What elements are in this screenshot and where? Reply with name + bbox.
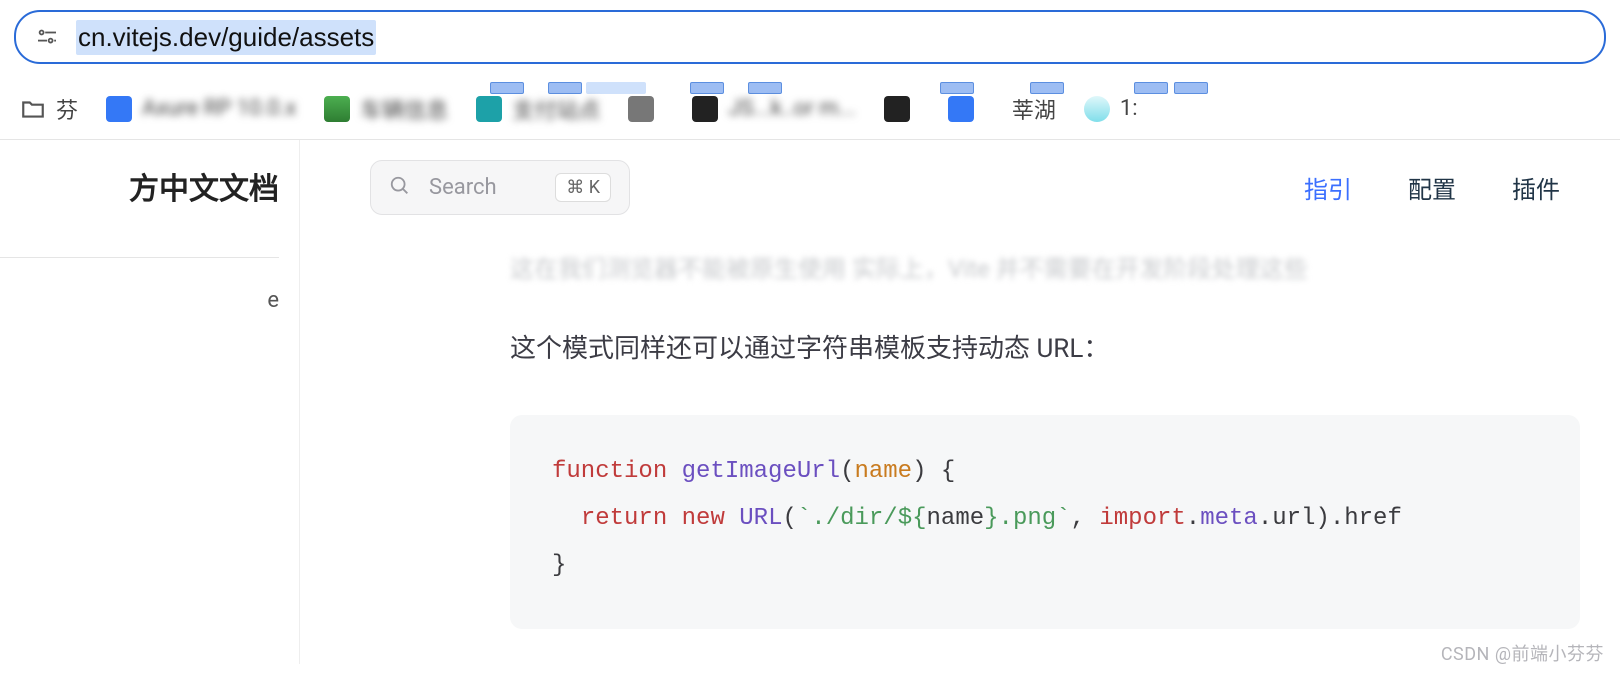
content: 这在我们测览器不能被原生使用 实际上，Vite 并不需要在开发阶段处理这些 这个… <box>370 235 1620 629</box>
code-token: name <box>927 505 985 532</box>
code-token: return <box>581 505 667 532</box>
code-token: ${ <box>898 505 927 532</box>
url-text[interactable]: cn.vitejs.dev/guide/assets <box>76 20 376 55</box>
nav-guide[interactable]: 指引 <box>1304 170 1352 205</box>
bookmark-item[interactable]: 车辆信息 <box>324 93 448 125</box>
code-token: meta <box>1200 505 1258 532</box>
favicon <box>324 96 350 122</box>
search-button[interactable]: Search ⌘ K <box>370 160 630 215</box>
site-settings-icon[interactable] <box>36 28 58 46</box>
bookmark-item[interactable]: JS...k..or m... <box>692 96 856 122</box>
code-token: new <box>682 505 725 532</box>
sidebar: 方中文文档 e <box>0 140 300 664</box>
search-shortcut: ⌘ K <box>555 173 611 202</box>
search-icon <box>389 175 411 201</box>
bookmark-item[interactable]: Axure RP 10.0.x <box>106 96 296 122</box>
code-token: name <box>854 458 912 485</box>
bookmark-label: JS...k..or m... <box>728 96 856 121</box>
search-placeholder: Search <box>429 175 537 200</box>
bookmarks-bar: 芬 Axure RP 10.0.x 车辆信息 支付站点 JS...k..or m… <box>0 78 1620 140</box>
code-token: import <box>1099 505 1185 532</box>
bookmark-item[interactable] <box>884 96 920 122</box>
code-token: url <box>1272 505 1315 532</box>
nav-config[interactable]: 配置 <box>1408 170 1456 205</box>
faded-previous-text: 这在我们测览器不能被原生使用 实际上，Vite 并不需要在开发阶段处理这些 <box>510 249 1580 284</box>
bookmark-folder[interactable]: 芬 <box>20 93 78 125</box>
bookmark-item[interactable] <box>628 96 664 122</box>
bookmark-label: 莘湖 <box>1012 93 1056 125</box>
code-token: `./dir/ <box>797 505 898 532</box>
code-token: URL <box>739 505 782 532</box>
nav-plugins[interactable]: 插件 <box>1512 170 1560 205</box>
favicon <box>476 96 502 122</box>
nav-links: 指引 配置 插件 <box>1304 170 1560 205</box>
bookmark-item[interactable]: 莘湖 <box>1012 93 1056 125</box>
bookmark-item[interactable]: 支付站点 <box>476 93 600 125</box>
code-token: href <box>1344 505 1402 532</box>
watermark: CSDN @前端小芬芬 <box>1441 640 1604 666</box>
sidebar-title: 方中文文档 <box>0 170 279 209</box>
favicon <box>692 96 718 122</box>
favicon <box>628 96 654 122</box>
code-token: getImageUrl <box>682 458 840 485</box>
favicon <box>884 96 910 122</box>
code-token: .png` <box>999 505 1071 532</box>
folder-icon <box>20 96 46 122</box>
topbar: Search ⌘ K 指引 配置 插件 <box>370 140 1620 235</box>
code-token: function <box>552 458 667 485</box>
page-body: 方中文文档 e Search ⌘ K 指引 配置 插件 这在我们测览器不能被原生… <box>0 140 1620 664</box>
paragraph: 这个模式同样还可以通过字符串模板支持动态 URL： <box>510 330 1580 369</box>
bookmark-item[interactable] <box>948 96 984 122</box>
main: Search ⌘ K 指引 配置 插件 这在我们测览器不能被原生使用 实际上，V… <box>300 140 1620 664</box>
sidebar-link[interactable]: e <box>0 288 279 313</box>
divider <box>0 257 279 258</box>
favicon <box>106 96 132 122</box>
code-token: } <box>984 505 998 532</box>
address-bar[interactable]: cn.vitejs.dev/guide/assets <box>14 10 1606 64</box>
bookmark-label: 支付站点 <box>512 93 600 125</box>
bookmark-label: Axure RP 10.0.x <box>142 96 296 121</box>
favicon <box>1084 96 1110 122</box>
bookmark-label: 芬 <box>56 93 78 125</box>
bookmark-label: 车辆信息 <box>360 93 448 125</box>
bookmark-label: 1: <box>1120 96 1138 121</box>
code-block[interactable]: function getImageUrl(name) { return new … <box>510 415 1580 629</box>
favicon <box>948 96 974 122</box>
bookmark-item[interactable]: 1: <box>1084 96 1138 122</box>
